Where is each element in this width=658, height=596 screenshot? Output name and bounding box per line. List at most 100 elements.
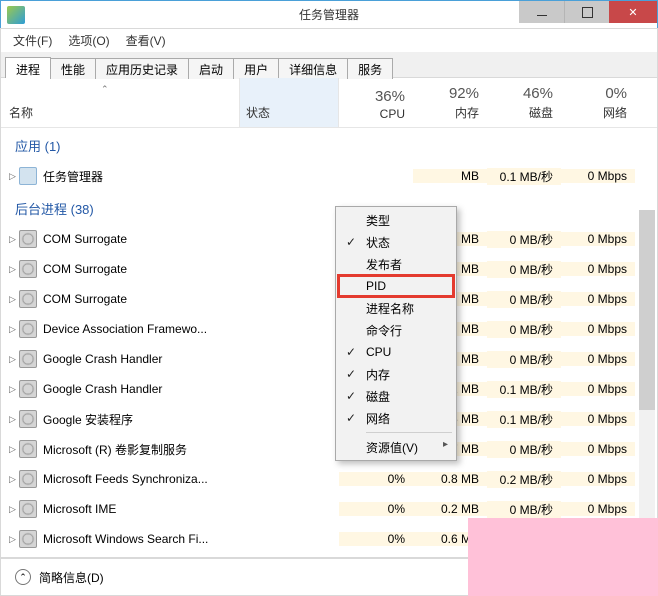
expand-icon[interactable]: ▷ <box>1 264 15 275</box>
menu-options[interactable]: 选项(O) <box>60 30 117 51</box>
process-name: Google Crash Handler <box>43 382 239 396</box>
process-name: Microsoft (R) 卷影复制服务 <box>43 441 239 458</box>
process-row[interactable]: ▷COM SurrogateMB0 MB/秒0 Mbps <box>1 224 657 254</box>
process-net: 0 Mbps <box>561 292 635 306</box>
menu-item[interactable]: 类型 <box>338 209 454 231</box>
process-name: Device Association Framewo... <box>43 322 239 336</box>
menu-item[interactable]: 内存 <box>338 363 454 385</box>
menu-separator <box>366 432 452 433</box>
process-cpu: 0% <box>339 532 413 546</box>
expand-icon[interactable]: ▷ <box>1 384 15 395</box>
process-net: 0 Mbps <box>561 412 635 426</box>
column-header-status[interactable]: 状态 <box>239 78 339 127</box>
menu-item[interactable]: 命令行 <box>338 319 454 341</box>
menu-item[interactable]: 磁盘 <box>338 385 454 407</box>
column-header-row: ⌃ 名称 状态 36% CPU 92% 内存 46% 磁盘 0% 网络 <box>1 78 657 128</box>
menu-item[interactable]: CPU <box>338 341 454 363</box>
process-row[interactable]: ▷Microsoft (R) 卷影复制服务0%0.7 MB0 MB/秒0 Mbp… <box>1 434 657 464</box>
process-row[interactable]: ▷Microsoft Feeds Synchroniza...0%0.8 MB0… <box>1 464 657 494</box>
close-button[interactable] <box>609 1 657 23</box>
expand-icon[interactable]: ▷ <box>1 234 15 245</box>
process-name: COM Surrogate <box>43 232 239 246</box>
process-disk: 0 MB/秒 <box>487 441 561 458</box>
net-percent: 0% <box>605 85 627 102</box>
check-icon <box>338 345 364 359</box>
menu-item[interactable]: 进程名称 <box>338 297 454 319</box>
menu-file[interactable]: 文件(F) <box>5 30 60 51</box>
menu-item-label: 命令行 <box>364 322 454 339</box>
menu-item-label: 状态 <box>364 234 454 251</box>
scrollbar-thumb[interactable] <box>639 210 655 410</box>
expand-icon[interactable]: ▷ <box>1 294 15 305</box>
process-name: Google Crash Handler <box>43 352 239 366</box>
process-icon <box>19 167 37 185</box>
expand-icon[interactable]: ▷ <box>1 534 15 545</box>
process-list[interactable]: 应用 (1) ▷任务管理器MB0.1 MB/秒0 Mbps 后台进程 (38) … <box>1 128 657 557</box>
process-icon <box>19 380 37 398</box>
maximize-button[interactable] <box>564 1 609 23</box>
disk-percent: 46% <box>523 85 553 102</box>
column-header-mem[interactable]: 92% 内存 <box>413 78 487 127</box>
tab-startup[interactable]: 启动 <box>188 58 234 79</box>
process-disk: 0 MB/秒 <box>487 501 561 518</box>
process-row[interactable]: ▷Google 安装程序0%0.5 MB0.1 MB/秒0 Mbps <box>1 404 657 434</box>
vertical-scrollbar[interactable] <box>639 210 655 558</box>
process-row[interactable]: ▷任务管理器MB0.1 MB/秒0 Mbps <box>1 161 657 191</box>
expand-icon[interactable]: ▷ <box>1 504 15 515</box>
menu-item-label: 内存 <box>364 366 454 383</box>
process-icon <box>19 350 37 368</box>
check-icon <box>338 235 364 249</box>
menu-view[interactable]: 查看(V) <box>118 30 174 51</box>
process-mem: MB <box>413 169 487 183</box>
menu-item-resource[interactable]: 资源值(V) <box>338 436 454 458</box>
brief-info-button[interactable]: 简略信息(D) <box>39 569 104 586</box>
tab-details[interactable]: 详细信息 <box>278 58 348 79</box>
process-mem: 0.8 MB <box>413 472 487 486</box>
expand-icon[interactable]: ▷ <box>1 354 15 365</box>
menu-item-label: 发布者 <box>364 256 454 273</box>
process-disk: 0 MB/秒 <box>487 231 561 248</box>
process-row[interactable]: ▷Google Crash Handler0%MB0 MB/秒0 Mbps <box>1 344 657 374</box>
tab-processes[interactable]: 进程 <box>5 57 51 78</box>
expand-icon[interactable]: ▷ <box>1 171 15 182</box>
process-icon <box>19 230 37 248</box>
column-header-disk[interactable]: 46% 磁盘 <box>487 78 561 127</box>
menu-item[interactable]: 发布者 <box>338 253 454 275</box>
process-row[interactable]: ▷Device Association Framewo...MB0 MB/秒0 … <box>1 314 657 344</box>
menu-item[interactable]: 状态 <box>338 231 454 253</box>
column-header-cpu[interactable]: 36% CPU <box>339 78 413 127</box>
group-apps[interactable]: 应用 (1) <box>1 128 657 161</box>
column-header-net[interactable]: 0% 网络 <box>561 78 635 127</box>
column-header-name[interactable]: ⌃ 名称 <box>1 78 239 127</box>
mem-percent: 92% <box>449 85 479 102</box>
net-label: 网络 <box>603 104 627 121</box>
collapse-icon[interactable]: ⌃ <box>15 569 31 585</box>
process-icon <box>19 260 37 278</box>
menu-item[interactable]: PID <box>338 275 454 297</box>
minimize-button[interactable] <box>519 1 564 23</box>
column-context-menu: 类型状态发布者 PID进程名称命令行 CPU 内存磁盘网络资源值(V) <box>335 206 457 461</box>
expand-icon[interactable]: ▷ <box>1 414 15 425</box>
group-background[interactable]: 后台进程 (38) <box>1 191 657 224</box>
column-status-label: 状态 <box>246 104 270 121</box>
tab-performance[interactable]: 性能 <box>50 58 96 79</box>
process-icon <box>19 470 37 488</box>
process-cpu: 0% <box>339 472 413 486</box>
process-row[interactable]: ▷Google Crash Handler0%0.2 MB0.1 MB/秒0 M… <box>1 374 657 404</box>
expand-icon[interactable]: ▷ <box>1 474 15 485</box>
process-row[interactable]: ▷COM SurrogateMB0 MB/秒0 Mbps <box>1 254 657 284</box>
process-row[interactable]: ▷COM SurrogateMB0 MB/秒0 Mbps <box>1 284 657 314</box>
process-cpu: 0% <box>339 502 413 516</box>
expand-icon[interactable]: ▷ <box>1 444 15 455</box>
process-icon <box>19 320 37 338</box>
mem-label: 内存 <box>455 104 479 121</box>
expand-icon[interactable]: ▷ <box>1 324 15 335</box>
menu-item[interactable]: 网络 <box>338 407 454 429</box>
title-bar[interactable]: 任务管理器 <box>0 0 658 28</box>
process-name: 任务管理器 <box>43 168 239 185</box>
tab-users[interactable]: 用户 <box>233 58 279 79</box>
process-disk: 0.1 MB/秒 <box>487 381 561 398</box>
process-net: 0 Mbps <box>561 442 635 456</box>
tab-services[interactable]: 服务 <box>347 58 393 79</box>
tab-app-history[interactable]: 应用历史记录 <box>95 58 189 79</box>
